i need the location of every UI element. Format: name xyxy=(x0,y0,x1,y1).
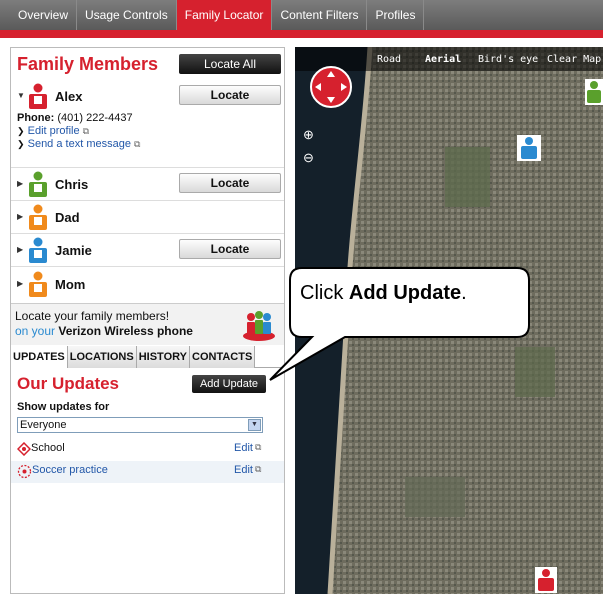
callout-suffix: . xyxy=(461,282,467,304)
callout-bold: Add Update xyxy=(348,282,462,304)
callout-prefix: Click xyxy=(300,282,349,304)
callout-text: Click Add Update. xyxy=(300,282,467,305)
